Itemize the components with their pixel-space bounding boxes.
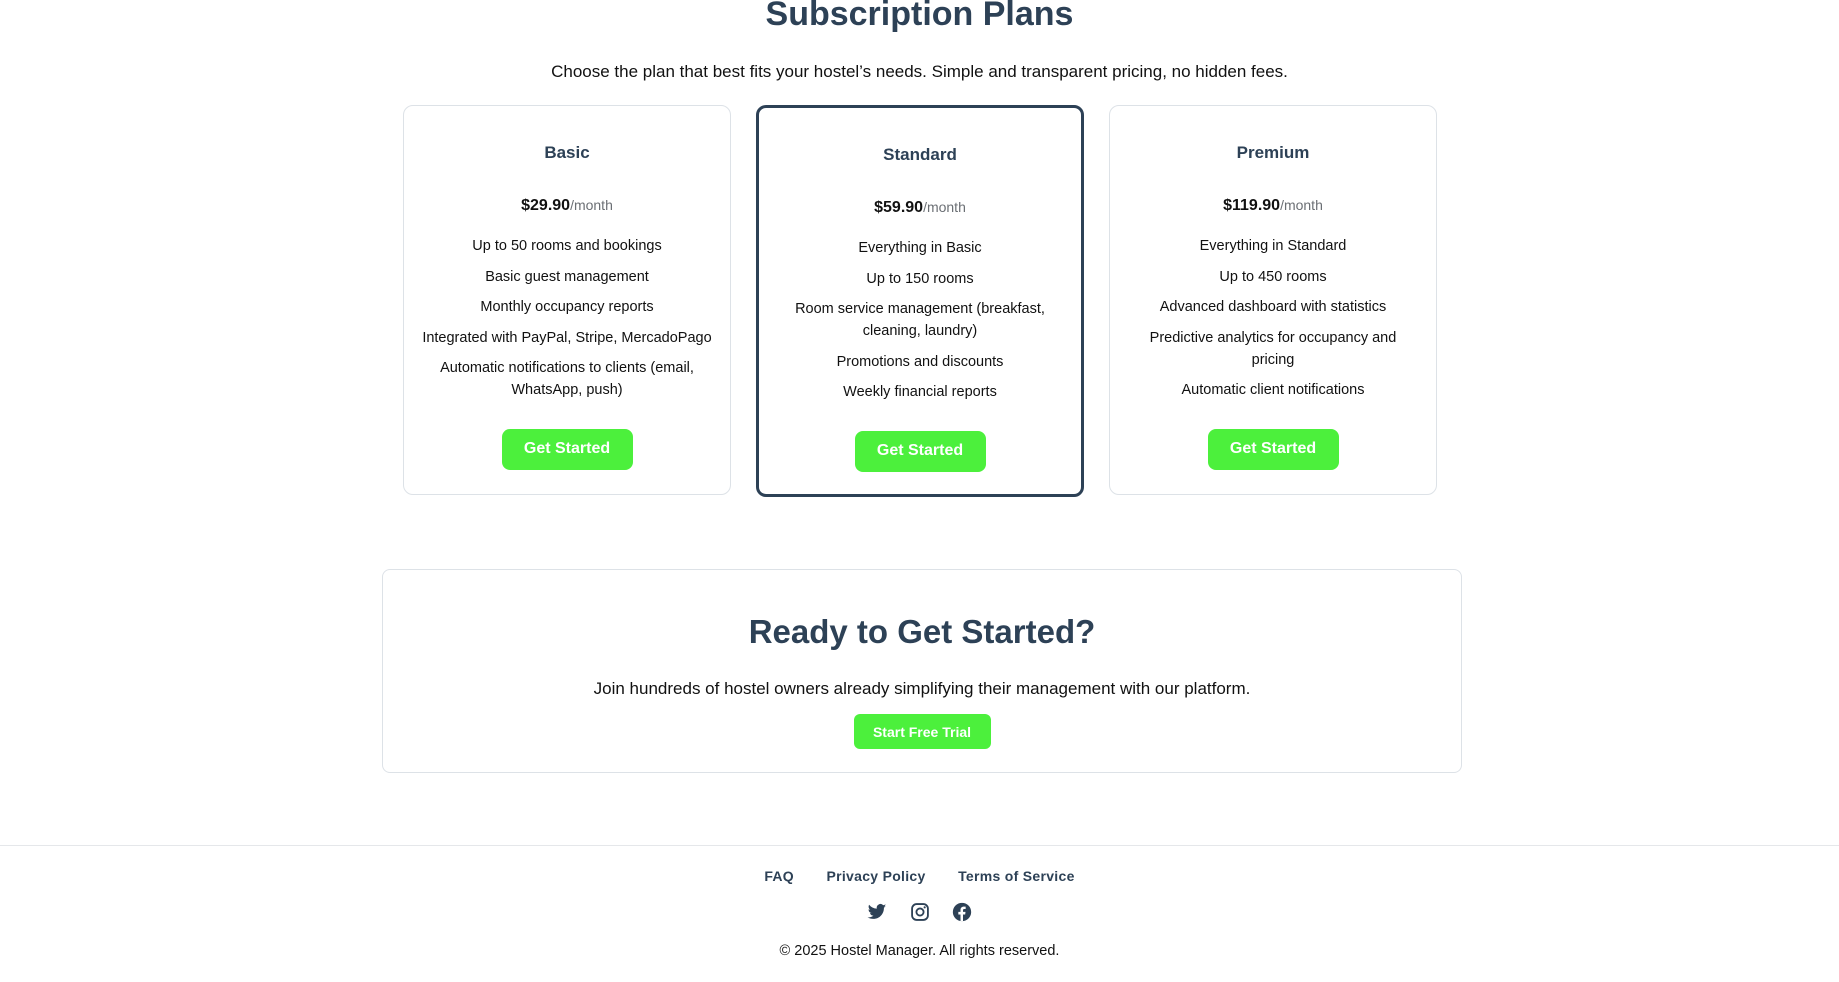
plan-price: $119.90/month <box>1110 194 1436 217</box>
plan-price: $59.90/month <box>759 196 1081 219</box>
feature-item: Room service management (breakfast, clea… <box>795 301 1045 339</box>
plan-name: Premium <box>1236 143 1310 162</box>
twitter-icon[interactable] <box>867 902 887 922</box>
footer-link-faq[interactable]: FAQ <box>764 867 794 885</box>
get-started-button-standard[interactable]: Get Started <box>854 430 986 472</box>
plan-price: $29.90/month <box>404 194 730 217</box>
feature-item: Integrated with PayPal, Stripe, MercadoP… <box>422 329 712 346</box>
plan-card-premium: Premium $119.90/month Everything in Stan… <box>1109 105 1437 495</box>
facebook-icon[interactable] <box>952 902 972 922</box>
feature-item: Everything in Basic <box>858 240 982 256</box>
feature-item: Up to 50 rooms and bookings <box>472 238 662 254</box>
feature-item: Everything in Standard <box>1199 238 1347 254</box>
instagram-icon[interactable] <box>910 902 930 922</box>
footer-links: FAQ Privacy Policy Terms of Service <box>0 867 1839 886</box>
feature-item: Promotions and discounts <box>836 353 1004 370</box>
feature-item: Basic guest management <box>485 268 649 285</box>
feature-item: Weekly financial reports <box>843 384 997 400</box>
feature-list: Everything in Standard Up to 450 rooms A… <box>1110 235 1436 401</box>
price-period: /month <box>923 199 966 215</box>
copyright-text: © 2025 Hostel Manager. All rights reserv… <box>779 943 1060 959</box>
plan-name: Standard <box>883 145 957 164</box>
price-amount: $29.90 <box>521 197 571 214</box>
price-amount: $119.90 <box>1223 197 1281 214</box>
feature-item: Up to 450 rooms <box>1219 268 1327 285</box>
footer: FAQ Privacy Policy Terms of Service © 20… <box>0 845 1839 982</box>
plan-card-standard: Standard $59.90/month Everything in Basi… <box>756 105 1084 497</box>
page-subtitle: Choose the plan that best fits your host… <box>551 62 1288 81</box>
feature-list: Up to 50 rooms and bookings Basic guest … <box>404 235 730 401</box>
feature-item: Predictive analytics for occupancy and p… <box>1149 329 1397 368</box>
cta-section: Ready to Get Started? Join hundreds of h… <box>382 569 1462 773</box>
feature-item: Automatic client notifications <box>1181 382 1365 398</box>
plans-grid: Basic $29.90/month Up to 50 rooms and bo… <box>403 105 1441 497</box>
feature-item: Advanced dashboard with statistics <box>1159 299 1387 315</box>
feature-item: Automatic notifications to clients (emai… <box>440 360 694 398</box>
get-started-button-premium[interactable]: Get Started <box>1207 428 1339 470</box>
price-period: /month <box>1280 197 1323 213</box>
get-started-button-basic[interactable]: Get Started <box>501 428 633 470</box>
social-links <box>0 902 1839 927</box>
feature-item: Up to 150 rooms <box>866 270 974 287</box>
footer-link-terms-of-service[interactable]: Terms of Service <box>958 867 1075 885</box>
price-period: /month <box>570 197 613 213</box>
plan-name: Basic <box>544 143 590 162</box>
cta-title: Ready to Get Started? <box>748 613 1096 650</box>
price-amount: $59.90 <box>874 199 924 216</box>
start-free-trial-button[interactable]: Start Free Trial <box>853 714 991 749</box>
plan-card-basic: Basic $29.90/month Up to 50 rooms and bo… <box>403 105 731 495</box>
cta-text: Join hundreds of hostel owners already s… <box>593 679 1251 698</box>
page-title: Subscription Plans <box>765 0 1074 33</box>
feature-item: Monthly occupancy reports <box>480 299 654 315</box>
footer-link-privacy-policy[interactable]: Privacy Policy <box>826 867 925 885</box>
feature-list: Everything in Basic Up to 150 rooms Room… <box>759 237 1081 403</box>
